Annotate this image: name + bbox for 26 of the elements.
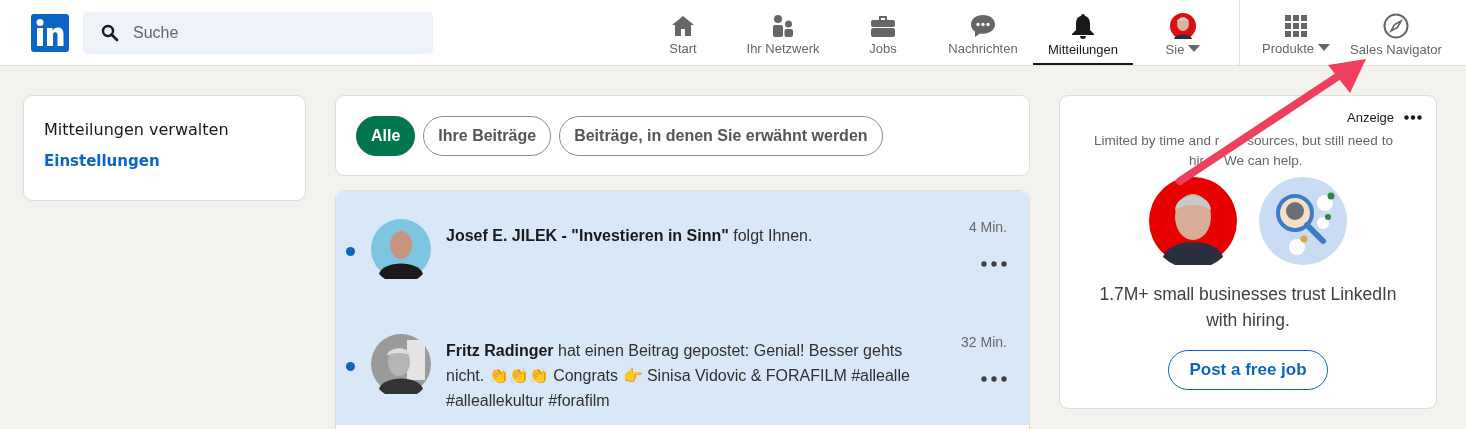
notification-time: 32 Min. — [961, 334, 1007, 350]
nav-item[interactable]: Start — [633, 0, 733, 65]
filter-pill[interactable]: Ihre Beiträge — [423, 115, 552, 156]
ad-headline: 1.7M+ small businesses trust LinkedIn with hiring. — [1098, 283, 1398, 332]
nav-item[interactable]: Nachrichten — [933, 0, 1033, 65]
ad-intro-fragment: Limited by time and r — [1094, 132, 1220, 150]
notification-item[interactable]: Fritz Radinger hat einen Beitrag gepostet: Genial! Besser gehts nicht. 👏👏👏 Congrats 👉 Sinisa Vidovic & FORAFILM #allealle #alleallekultur #forafilm 32 Min. — [336, 308, 1029, 425]
search-field[interactable]: Suche — [83, 11, 433, 54]
nav-item[interactable]: Sie — [1133, 0, 1233, 65]
nav-item[interactable]: Ihr Netzwerk — [733, 0, 833, 65]
nav-item[interactable]: Jobs — [833, 0, 933, 65]
post-job-button[interactable]: Post a free job — [1168, 350, 1328, 390]
notification-text: Josef E. JILEK - "Investieren in Sinn" folgt Ihnen. — [446, 226, 814, 246]
nav-item[interactable]: Produkte — [1246, 0, 1346, 65]
notification-item[interactable]: Josef E. JILEK - "Investieren in Sinn" folgt Ihnen. 4 Min. — [336, 191, 1029, 308]
nav-item[interactable]: Mitteilungen — [1033, 0, 1133, 65]
settings-link[interactable]: Einstellungen — [44, 152, 160, 170]
nav-item[interactable]: Sales Navigator — [1346, 0, 1446, 65]
notification-time: 4 Min. — [968, 219, 1007, 235]
ad-label: Anzeige — [1347, 110, 1394, 125]
filter-pill[interactable]: Beiträge, in denen Sie erwähnt werden — [559, 115, 883, 156]
sidebar-title: Mitteilungen verwalten — [44, 120, 230, 139]
notification-text: Fritz Radinger hat einen Beitrag gepostet: Genial! Besser gehts nicht. 👏👏👏 Congrats 👉 Sinisa Vidovic & FORAFILM #allealle #alleallekultur #forafilm — [446, 341, 911, 411]
filter-pill[interactable]: Alle — [356, 115, 416, 156]
ad-intro-fragment: We can help. — [1224, 152, 1303, 170]
ad-intro-fragment: sources, but still need to — [1247, 132, 1393, 150]
